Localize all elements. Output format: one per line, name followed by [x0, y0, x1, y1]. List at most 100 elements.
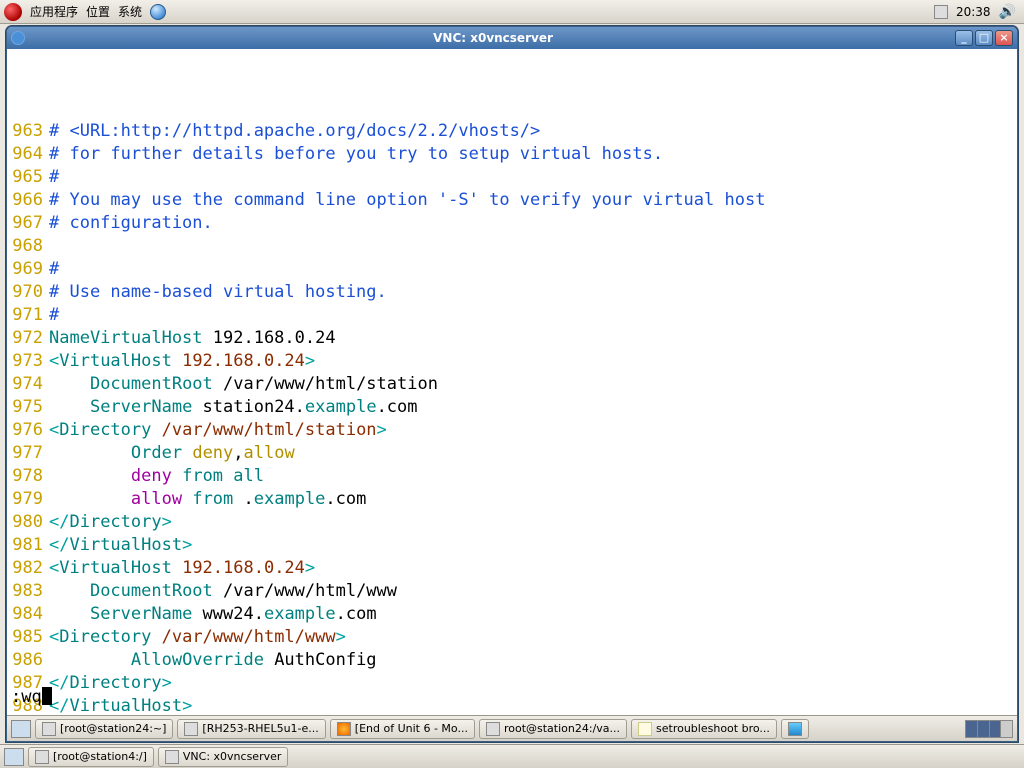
- editor-line: 976<Directory /var/www/html/station>: [11, 419, 1013, 442]
- taskbar-item[interactable]: [root@station4:/]: [28, 747, 154, 767]
- close-button[interactable]: ×: [995, 30, 1013, 46]
- editor-line: 977 Order deny,allow: [11, 442, 1013, 465]
- line-number: 986: [11, 649, 49, 672]
- editor-line: 975 ServerName station24.example.com: [11, 396, 1013, 419]
- line-number: 963: [11, 120, 49, 143]
- editor-line: 987</Directory>: [11, 672, 1013, 695]
- editor-line: 979 allow from .example.com: [11, 488, 1013, 511]
- taskbar-item[interactable]: root@station24:/va...: [479, 719, 627, 739]
- line-number: 973: [11, 350, 49, 373]
- line-text: # You may use the command line option '-…: [49, 189, 765, 212]
- taskbar-item-label: setroubleshoot bro...: [656, 722, 770, 735]
- menu-system[interactable]: 系统: [118, 3, 142, 20]
- menu-applications[interactable]: 应用程序: [30, 3, 78, 20]
- editor-line: 982<VirtualHost 192.168.0.24>: [11, 557, 1013, 580]
- vnc-window: VNC: x0vncserver _ □ × 963# <URL:http://…: [6, 26, 1018, 742]
- editor-line: 972NameVirtualHost 192.168.0.24: [11, 327, 1013, 350]
- window-titlebar[interactable]: VNC: x0vncserver _ □ ×: [7, 27, 1017, 49]
- editor-line: 971#: [11, 304, 1013, 327]
- line-number: 982: [11, 557, 49, 580]
- editor-line: 986 AllowOverride AuthConfig: [11, 649, 1013, 672]
- editor-line: 978 deny from all: [11, 465, 1013, 488]
- cursor-icon: [42, 687, 52, 705]
- clock[interactable]: 20:38: [956, 5, 991, 19]
- editor-line: 973<VirtualHost 192.168.0.24>: [11, 350, 1013, 373]
- launcher-icon[interactable]: [150, 4, 166, 20]
- show-desktop-button[interactable]: [11, 720, 31, 738]
- taskbar-item[interactable]: VNC: x0vncserver: [158, 747, 289, 767]
- redhat-logo-icon: [4, 3, 22, 21]
- line-text: <Directory /var/www/html/www>: [49, 626, 346, 649]
- line-text: #: [49, 166, 59, 189]
- window-icon: [42, 722, 56, 736]
- line-number: 976: [11, 419, 49, 442]
- line-text: DocumentRoot /var/www/html/www: [49, 580, 397, 603]
- top-panel: 应用程序 位置 系统 20:38 🔊: [0, 0, 1024, 24]
- window-title: VNC: x0vncserver: [31, 31, 955, 45]
- line-number: 965: [11, 166, 49, 189]
- taskbar-item[interactable]: [RH253-RHEL5u1-e...: [177, 719, 325, 739]
- line-text: </VirtualHost>: [49, 695, 192, 715]
- window-icon: [35, 750, 49, 764]
- taskbar-item[interactable]: [End of Unit 6 - Mo...: [330, 719, 475, 739]
- bottom-panel: [root@station4:/] VNC: x0vncserver: [0, 744, 1024, 768]
- taskbar-item[interactable]: [root@station24:~]: [35, 719, 173, 739]
- editor-line: 970# Use name-based virtual hosting.: [11, 281, 1013, 304]
- line-text: <Directory /var/www/html/station>: [49, 419, 387, 442]
- workspace-switcher[interactable]: [965, 720, 1013, 738]
- minimize-button[interactable]: _: [955, 30, 973, 46]
- taskbar-item-monitor[interactable]: [781, 719, 809, 739]
- editor-line: 963# <URL:http://httpd.apache.org/docs/2…: [11, 120, 1013, 143]
- editor-line: 984 ServerName www24.example.com: [11, 603, 1013, 626]
- line-text: ServerName station24.example.com: [49, 396, 418, 419]
- line-text: DocumentRoot /var/www/html/station: [49, 373, 438, 396]
- line-number: 984: [11, 603, 49, 626]
- line-text: deny from all: [49, 465, 264, 488]
- editor-line: 964# for further details before you try …: [11, 143, 1013, 166]
- line-text: # for further details before you try to …: [49, 143, 663, 166]
- tray-icon[interactable]: [934, 5, 948, 19]
- editor-line: 983 DocumentRoot /var/www/html/www: [11, 580, 1013, 603]
- editor-line: 974 DocumentRoot /var/www/html/station: [11, 373, 1013, 396]
- line-number: 969: [11, 258, 49, 281]
- line-text: # Use name-based virtual hosting.: [49, 281, 387, 304]
- line-text: ServerName www24.example.com: [49, 603, 377, 626]
- remote-taskbar: [root@station24:~] [RH253-RHEL5u1-e...[En…: [7, 715, 1017, 741]
- line-number: 968: [11, 235, 49, 258]
- editor-line: 985<Directory /var/www/html/www>: [11, 626, 1013, 649]
- window-icon: [184, 722, 198, 736]
- line-text: # configuration.: [49, 212, 213, 235]
- line-number: 964: [11, 143, 49, 166]
- vim-editor[interactable]: 963# <URL:http://httpd.apache.org/docs/2…: [7, 49, 1017, 715]
- line-text: AllowOverride AuthConfig: [49, 649, 377, 672]
- line-text: # <URL:http://httpd.apache.org/docs/2.2/…: [49, 120, 540, 143]
- line-text: <VirtualHost 192.168.0.24>: [49, 350, 315, 373]
- taskbar-item-label: [root@station24:~]: [60, 722, 166, 735]
- menu-places[interactable]: 位置: [86, 3, 110, 20]
- editor-line: 980</Directory>: [11, 511, 1013, 534]
- volume-icon[interactable]: 🔊: [999, 5, 1016, 19]
- line-text: NameVirtualHost 192.168.0.24: [49, 327, 336, 350]
- line-number: 967: [11, 212, 49, 235]
- line-number: 978: [11, 465, 49, 488]
- maximize-button[interactable]: □: [975, 30, 993, 46]
- line-number: 985: [11, 626, 49, 649]
- line-text: #: [49, 258, 59, 281]
- show-desktop-button-local[interactable]: [4, 748, 24, 766]
- line-text: #: [49, 304, 59, 327]
- window-icon: [165, 750, 179, 764]
- taskbar-item-label: [root@station4:/]: [53, 750, 147, 763]
- vim-command-line[interactable]: :wq: [11, 686, 52, 709]
- line-text: Order deny,allow: [49, 442, 295, 465]
- system-tray: 20:38 🔊: [934, 5, 1020, 19]
- line-number: 981: [11, 534, 49, 557]
- window-icon: [486, 722, 500, 736]
- line-text: allow from .example.com: [49, 488, 366, 511]
- line-number: 970: [11, 281, 49, 304]
- taskbar-item[interactable]: setroubleshoot bro...: [631, 719, 777, 739]
- editor-line: 981</VirtualHost>: [11, 534, 1013, 557]
- editor-line: 967# configuration.: [11, 212, 1013, 235]
- window-app-icon: [11, 31, 25, 45]
- window-icon: [337, 722, 351, 736]
- editor-line: 969#: [11, 258, 1013, 281]
